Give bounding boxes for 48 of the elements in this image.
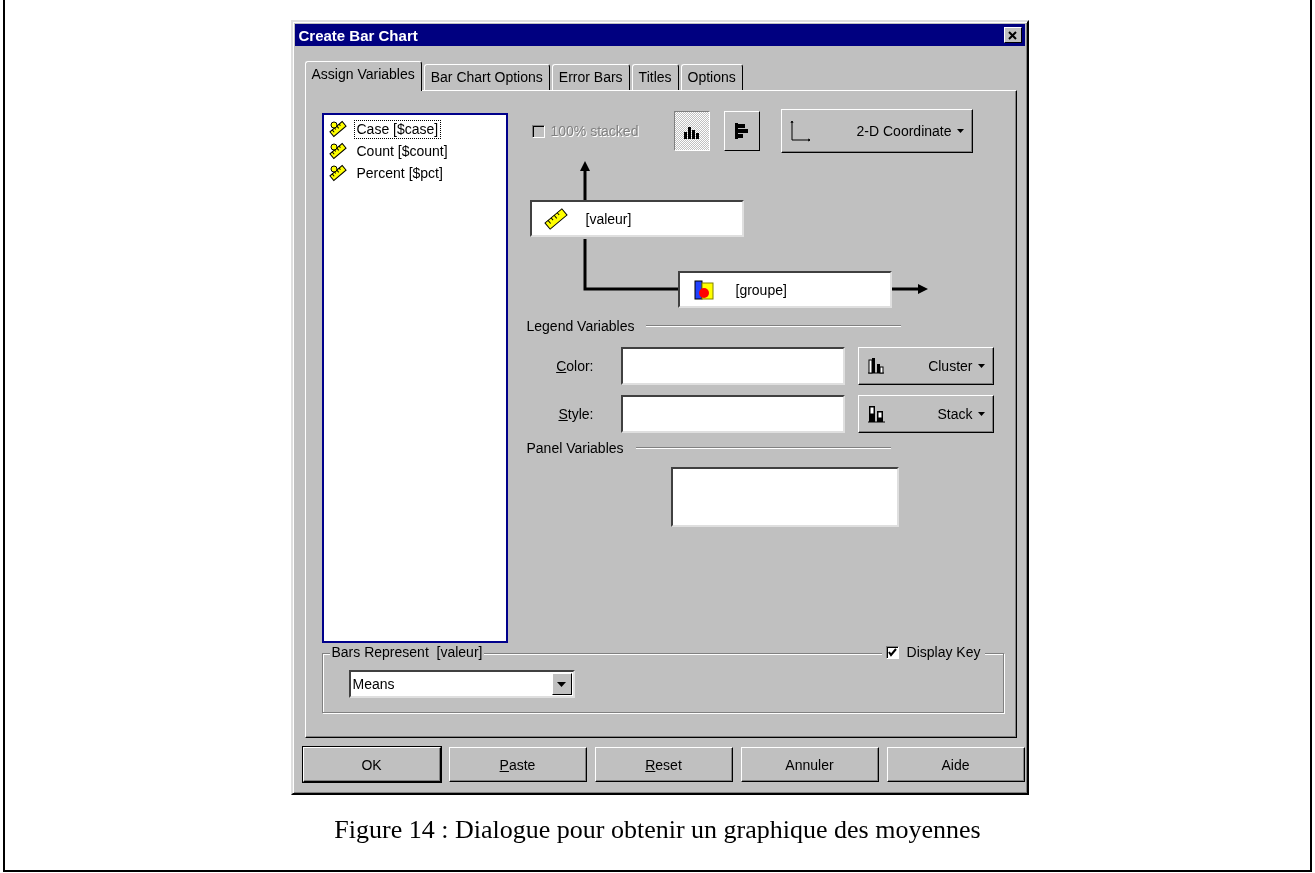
field-label: Color: [555, 358, 594, 374]
category-icon [693, 278, 714, 301]
dialog-button[interactable]: Reset [594, 747, 733, 782]
checkbox[interactable] [885, 645, 899, 659]
window-title: Create Bar Chart [298, 26, 418, 44]
tab[interactable]: Bar Chart Options [423, 64, 550, 90]
tab[interactable]: Assign Variables [304, 61, 422, 91]
coordinate-dropdown-button[interactable]: 2-D Coordinate [780, 109, 973, 153]
caret-icon [956, 129, 964, 133]
x-axis-arrow [891, 284, 928, 294]
section-title: Panel Variables [526, 440, 624, 456]
input-field[interactable] [620, 347, 845, 385]
tab[interactable]: Error Bars [551, 64, 630, 90]
dialog-button[interactable]: OK [302, 747, 441, 782]
close-icon [1008, 30, 1017, 40]
horizontal-bars-button[interactable] [723, 111, 760, 151]
dialog-button[interactable]: Aide [886, 747, 1025, 782]
variable-list[interactable]: Case [$case] Count [$count] Percent [$pct] [321, 113, 508, 643]
vertical-bars-button[interactable] [673, 111, 710, 151]
axes-icon [789, 120, 812, 142]
close-button[interactable] [1003, 27, 1022, 43]
x-variable-field[interactable]: [groupe] [677, 271, 892, 308]
list-item[interactable]: Count [$count] [353, 141, 451, 161]
dialog-button[interactable]: Annuler [740, 747, 879, 782]
list-item[interactable]: Percent [$pct] [353, 163, 446, 183]
caret-icon [977, 364, 985, 368]
statistic-dropdown[interactable]: Means [348, 670, 575, 698]
clustered-bars-icon [866, 357, 885, 375]
cluster-mode-button[interactable]: Cluster [857, 347, 994, 385]
dialog-button[interactable]: Paste [448, 747, 587, 782]
stack-mode-button[interactable]: Stack [857, 395, 994, 433]
input-field[interactable] [620, 395, 845, 433]
tab[interactable]: Titles [631, 64, 679, 90]
y-axis-arrow [579, 161, 590, 200]
checkbox-label: 100% stacked [550, 123, 639, 139]
caret-icon [977, 412, 985, 416]
list-item[interactable]: Case [$case] [353, 119, 442, 139]
field-label: Style: [557, 406, 594, 422]
y-variable-field[interactable]: [valeur] [529, 200, 744, 237]
group-title: Bars Represent [valeur] [329, 644, 485, 660]
checkbox-label: Display Key [906, 644, 981, 660]
tab[interactable]: Options [680, 64, 743, 90]
stacked-bars-icon [866, 405, 886, 423]
panel-variable-field[interactable] [670, 467, 899, 527]
dropdown-arrow-icon [557, 681, 566, 687]
figure-caption: Figure 14 : Dialogue pour obtenir un graphique des moyennes [334, 815, 981, 845]
section-title: Legend Variables [526, 318, 635, 334]
horizontal-bars-icon [734, 122, 749, 140]
